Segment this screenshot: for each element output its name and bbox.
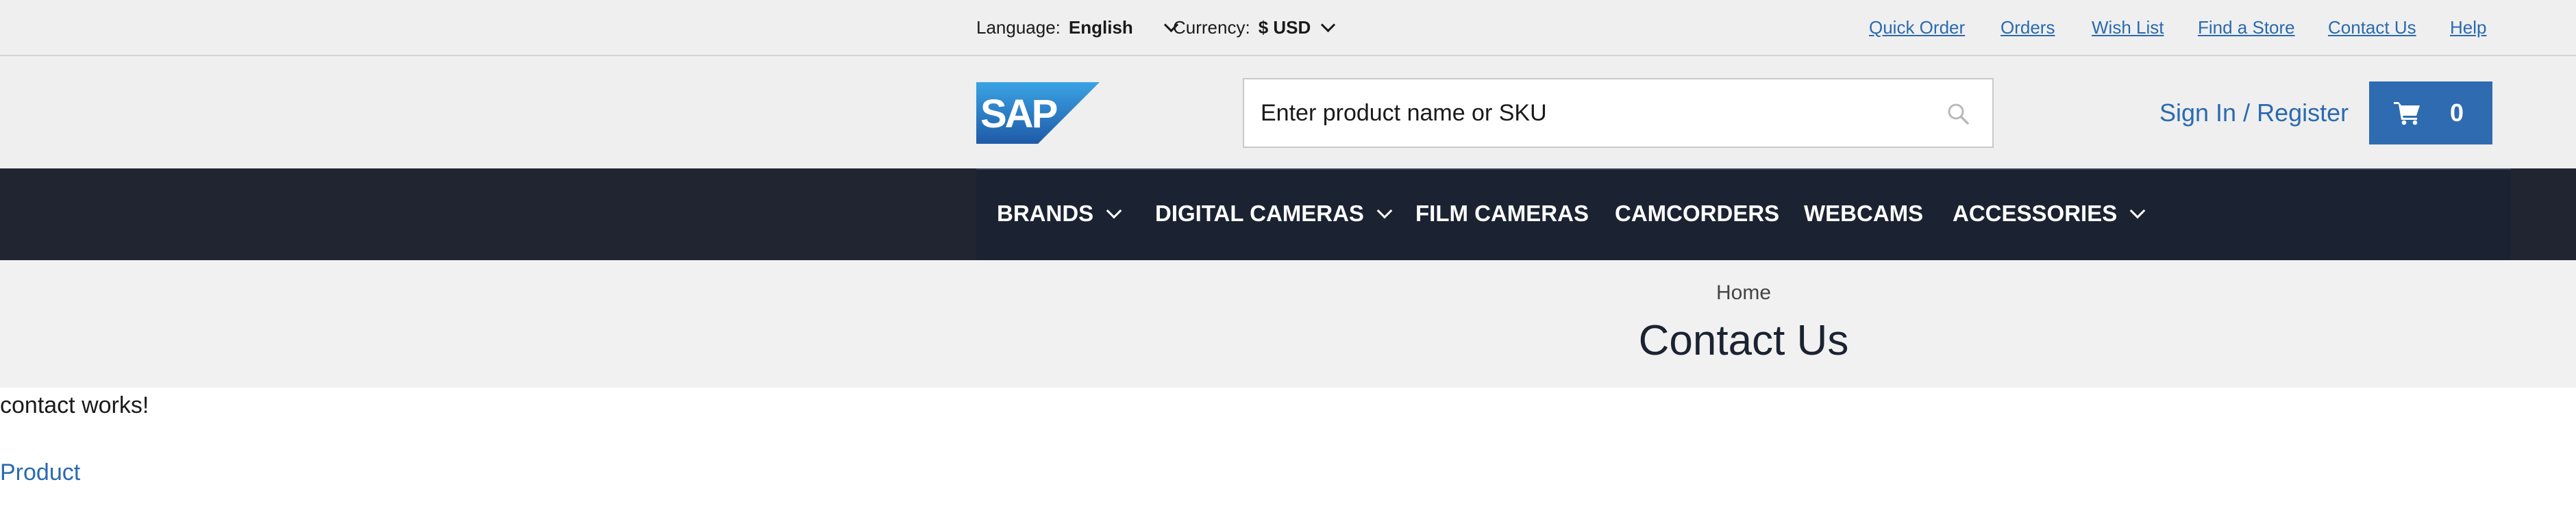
- language-value[interactable]: English: [1069, 17, 1133, 38]
- nav-item-digital-cameras[interactable]: DIGITAL CAMERAS: [1155, 199, 1393, 229]
- nav-item-camcorders[interactable]: CAMCORDERS: [1615, 199, 1779, 229]
- orders-link[interactable]: Orders: [2001, 16, 2055, 39]
- nav-item-film-cameras[interactable]: FILM CAMERAS: [1415, 199, 1589, 229]
- nav-item-label: WEBCAMS: [1804, 201, 1924, 226]
- cart-count: 0: [2450, 99, 2464, 127]
- search-icon[interactable]: [1946, 101, 1970, 126]
- chevron-down-icon: [1106, 203, 1122, 219]
- search-input[interactable]: [1244, 79, 1918, 147]
- chevron-down-icon: [1321, 17, 1336, 32]
- wish-list-link[interactable]: Wish List: [2092, 16, 2164, 39]
- nav-item-label: BRANDS: [997, 201, 1094, 226]
- nav-item-webcams[interactable]: WEBCAMS: [1804, 199, 1923, 229]
- search-box: [1243, 78, 1994, 148]
- nav-item-brands[interactable]: BRANDS: [997, 199, 1122, 229]
- find-a-store-link[interactable]: Find a Store: [2198, 16, 2295, 39]
- language-label: Language:: [976, 16, 1061, 38]
- mini-cart-button[interactable]: 0: [2369, 81, 2492, 144]
- language-selector[interactable]: Language: English: [976, 16, 1178, 39]
- cart-icon: [2394, 102, 2420, 125]
- help-link[interactable]: Help: [2450, 16, 2486, 39]
- nav-item-label: FILM CAMERAS: [1415, 201, 1589, 226]
- chevron-down-icon: [1376, 203, 1393, 219]
- currency-value[interactable]: $ USD: [1259, 17, 1311, 38]
- contact-body-text: contact works!: [0, 392, 149, 418]
- sign-in-register-link[interactable]: Sign In / Register: [2159, 96, 2349, 130]
- currency-label: Currency:: [1173, 16, 1250, 38]
- nav-item-label: DIGITAL CAMERAS: [1155, 201, 1364, 226]
- nav-item-accessories[interactable]: ACCESSORIES: [1953, 199, 2146, 229]
- nav-item-label: ACCESSORIES: [1953, 201, 2118, 226]
- sap-logo-icon: SAP: [976, 82, 1100, 144]
- breadcrumb-home-link[interactable]: Home: [1716, 281, 1771, 304]
- quick-order-link[interactable]: Quick Order: [1869, 16, 1965, 39]
- contact-us-link[interactable]: Contact Us: [2328, 16, 2416, 39]
- sap-logo[interactable]: SAP: [976, 82, 1100, 144]
- svg-text:SAP: SAP: [980, 92, 1057, 136]
- currency-selector[interactable]: Currency: $ USD: [1173, 16, 1336, 39]
- product-link[interactable]: Product: [0, 457, 80, 488]
- nav-item-label: CAMCORDERS: [1615, 201, 1780, 226]
- page-title: Contact Us: [1638, 317, 1849, 364]
- chevron-down-icon: [2129, 203, 2146, 219]
- breadcrumb: Home: [0, 279, 2576, 307]
- top-utility-bar: Language: English Currency: $ USD Quick …: [0, 0, 2576, 56]
